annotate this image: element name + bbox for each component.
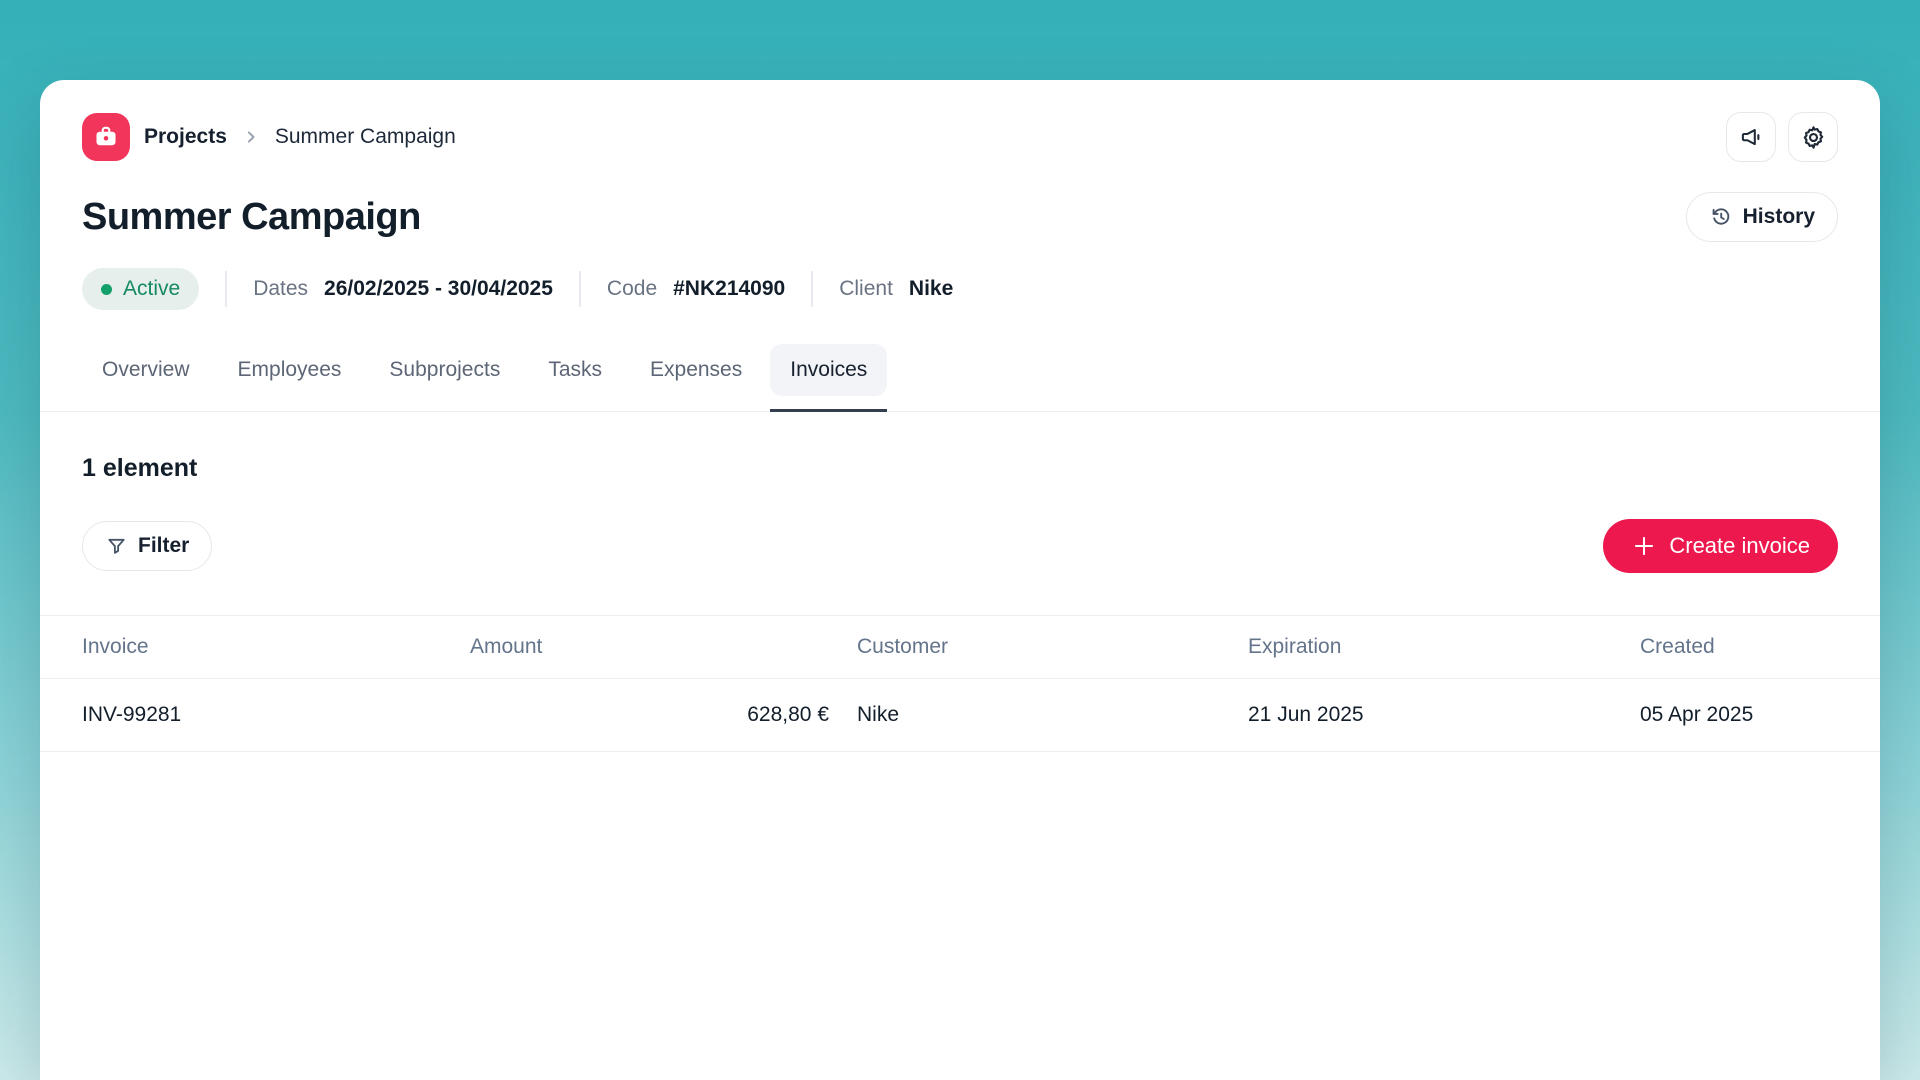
meta-code: Code #NK214090 <box>607 277 785 301</box>
project-card: Projects Summer Campaign Summer Ca <box>40 80 1880 1080</box>
meta-label: Dates <box>253 277 308 301</box>
top-bar: Projects Summer Campaign <box>82 112 1838 162</box>
divider <box>811 271 813 307</box>
tab-overview[interactable]: Overview <box>82 344 210 396</box>
meta-dates: Dates 26/02/2025 - 30/04/2025 <box>253 277 553 301</box>
status-dot-icon <box>101 284 112 295</box>
meta-value: 26/02/2025 - 30/04/2025 <box>324 277 553 301</box>
divider <box>225 271 227 307</box>
tab-expenses[interactable]: Expenses <box>630 344 762 396</box>
create-invoice-button[interactable]: Create invoice <box>1603 519 1838 573</box>
title-row: Summer Campaign History <box>82 192 1838 242</box>
column-header-created[interactable]: Created <box>1640 616 1880 679</box>
history-button[interactable]: History <box>1686 192 1838 242</box>
cell-invoice-number[interactable]: INV-99281 <box>40 679 470 752</box>
projects-briefcase-icon[interactable] <box>82 113 130 161</box>
column-header-expiration[interactable]: Expiration <box>1248 616 1640 679</box>
status-badge: Active <box>82 268 199 310</box>
header-actions <box>1726 112 1838 162</box>
settings-button[interactable] <box>1788 112 1838 162</box>
meta-value: #NK214090 <box>673 277 785 301</box>
divider <box>579 271 581 307</box>
tab-bar: Overview Employees Subprojects Tasks Exp… <box>40 344 1880 412</box>
table-header-row: Invoice Amount Customer Expiration Creat… <box>40 616 1880 679</box>
funnel-icon <box>105 535 128 558</box>
breadcrumb-current: Summer Campaign <box>275 125 456 149</box>
column-header-invoice[interactable]: Invoice <box>40 616 470 679</box>
cell-amount: 628,80 € <box>470 679 857 752</box>
page-title: Summer Campaign <box>82 196 421 239</box>
meta-client: Client Nike <box>839 277 953 301</box>
filter-button-label: Filter <box>138 534 189 558</box>
tab-tasks[interactable]: Tasks <box>528 344 622 396</box>
meta-value: Nike <box>909 277 953 301</box>
tab-employees[interactable]: Employees <box>218 344 362 396</box>
table-row[interactable]: INV-99281 628,80 € Nike 21 Jun 2025 05 A… <box>40 679 1880 752</box>
breadcrumb: Projects Summer Campaign <box>82 113 456 161</box>
column-header-amount[interactable]: Amount <box>470 616 857 679</box>
meta-row: Active Dates 26/02/2025 - 30/04/2025 Cod… <box>82 268 1838 310</box>
invoices-table: Invoice Amount Customer Expiration Creat… <box>40 615 1880 752</box>
megaphone-icon <box>1738 124 1764 150</box>
tab-invoices[interactable]: Invoices <box>770 344 887 396</box>
announcements-button[interactable] <box>1726 112 1776 162</box>
tab-subprojects[interactable]: Subprojects <box>369 344 520 396</box>
create-invoice-label: Create invoice <box>1669 533 1810 559</box>
status-label: Active <box>123 277 180 301</box>
plus-icon <box>1631 533 1657 559</box>
cell-expiration: 21 Jun 2025 <box>1248 679 1640 752</box>
history-clock-icon <box>1709 205 1733 229</box>
filter-button[interactable]: Filter <box>82 521 212 571</box>
toolbar: Filter Create invoice <box>82 519 1838 573</box>
gear-icon <box>1800 124 1827 151</box>
chevron-right-icon <box>241 127 261 147</box>
column-header-customer[interactable]: Customer <box>857 616 1248 679</box>
element-count: 1 element <box>82 454 1838 483</box>
meta-label: Code <box>607 277 657 301</box>
history-button-label: History <box>1743 205 1815 229</box>
breadcrumb-projects-link[interactable]: Projects <box>144 125 227 149</box>
cell-customer: Nike <box>857 679 1248 752</box>
meta-label: Client <box>839 277 893 301</box>
cell-created: 05 Apr 2025 <box>1640 679 1880 752</box>
